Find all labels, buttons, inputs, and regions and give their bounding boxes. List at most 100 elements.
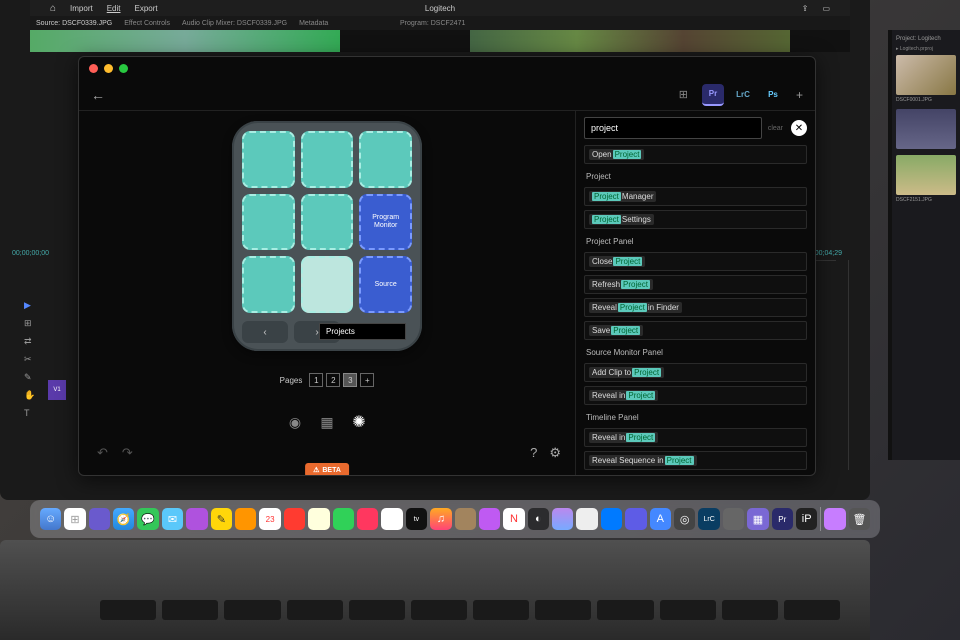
- track-select-icon[interactable]: ⊞: [24, 318, 36, 330]
- video-track-label[interactable]: V1: [48, 380, 66, 400]
- program-tab[interactable]: Program: DSCF2471: [400, 20, 465, 27]
- app-badge-premiere[interactable]: Pr: [702, 84, 724, 106]
- zoom-window-icon[interactable]: [119, 64, 128, 73]
- macos-dock[interactable]: ☺ ⊞ 🧭 💬 ✉ ✎ 23 tv ♫ N ◐ A ◎ LrC ▦ Pr iP …: [30, 500, 880, 538]
- dock-premiere-icon[interactable]: Pr: [772, 508, 793, 530]
- search-input[interactable]: [584, 117, 762, 139]
- key-6-program-monitor[interactable]: Program Monitor: [359, 194, 412, 251]
- minimize-window-icon[interactable]: [104, 64, 113, 73]
- dock-app-8[interactable]: [381, 508, 402, 530]
- key-9-source[interactable]: Source: [359, 256, 412, 313]
- dock-safari-icon[interactable]: 🧭: [113, 508, 134, 530]
- dock-app-15[interactable]: [723, 508, 744, 530]
- action-project-manager[interactable]: Project Manager: [584, 187, 807, 206]
- effects-tab[interactable]: Effect Controls: [124, 20, 170, 27]
- close-window-icon[interactable]: [89, 64, 98, 73]
- app-badge-photoshop[interactable]: Ps: [762, 84, 784, 106]
- dock-app-13[interactable]: [625, 508, 646, 530]
- key-4[interactable]: [242, 194, 295, 251]
- page-2[interactable]: 2: [326, 373, 340, 387]
- dock-app-4[interactable]: [284, 508, 305, 530]
- dock-app-18[interactable]: [824, 508, 845, 530]
- share-icon[interactable]: ⇪: [802, 4, 809, 13]
- mon2-thumb-1[interactable]: [896, 55, 956, 95]
- dock-app-14[interactable]: ◎: [674, 508, 695, 530]
- key-1[interactable]: [242, 131, 295, 188]
- hand-tool-icon[interactable]: ✋: [24, 390, 36, 402]
- action-project-settings[interactable]: Project Settings: [584, 210, 807, 229]
- dock-app-10[interactable]: [552, 508, 573, 530]
- dock-trash-icon[interactable]: 🗑: [849, 508, 870, 530]
- dock-app-12[interactable]: [601, 508, 622, 530]
- key-7[interactable]: [242, 256, 295, 313]
- action-close-project[interactable]: Close Project: [584, 252, 807, 271]
- type-tool-icon[interactable]: T: [24, 408, 36, 420]
- undo-icon[interactable]: ↶: [97, 445, 108, 461]
- dock-mail-icon[interactable]: ✉: [162, 508, 183, 530]
- clear-label[interactable]: clear: [768, 125, 783, 132]
- dock-music-icon[interactable]: ♫: [430, 508, 451, 530]
- source-tab[interactable]: Source: DSCF0339.JPG: [36, 20, 112, 27]
- dock-appstore-icon[interactable]: A: [650, 508, 671, 530]
- selection-tool-icon[interactable]: ▶: [24, 300, 36, 312]
- action-reveal-finder[interactable]: Reveal Project in Finder: [584, 298, 807, 317]
- action-refresh-project[interactable]: Refresh Project: [584, 275, 807, 294]
- dock-appletv-icon[interactable]: tv: [406, 508, 427, 530]
- dial-view-icon[interactable]: ◉: [286, 413, 304, 431]
- key-5[interactable]: [301, 194, 354, 251]
- dock-launchpad-icon[interactable]: ⊞: [64, 508, 85, 530]
- home-icon[interactable]: ⌂: [50, 3, 56, 14]
- window-titlebar[interactable]: [79, 57, 815, 79]
- dock-app-7[interactable]: [357, 508, 378, 530]
- app-badge-lightroom[interactable]: LrC: [732, 84, 754, 106]
- ripple-tool-icon[interactable]: ⇄: [24, 336, 36, 348]
- page-3[interactable]: 3: [343, 373, 357, 387]
- dock-notes-icon[interactable]: ✎: [211, 508, 232, 530]
- dock-news-icon[interactable]: N: [503, 508, 524, 530]
- key-2[interactable]: [301, 131, 354, 188]
- mon2-thumb-3[interactable]: [896, 155, 956, 195]
- menu-export[interactable]: Export: [135, 4, 158, 13]
- dock-app-6[interactable]: [333, 508, 354, 530]
- dock-finder-icon[interactable]: ☺: [40, 508, 61, 530]
- page-1[interactable]: 1: [309, 373, 323, 387]
- action-save-project[interactable]: Save Project: [584, 321, 807, 340]
- action-timeline-reveal[interactable]: Reveal in Project: [584, 428, 807, 447]
- dock-app-16[interactable]: ▦: [747, 508, 768, 530]
- dock-app-11[interactable]: [576, 508, 597, 530]
- dock-app-3[interactable]: [235, 508, 256, 530]
- action-add-clip[interactable]: Add Clip to Project: [584, 363, 807, 382]
- action-open-project[interactable]: Open Project: [584, 145, 807, 164]
- gear-icon[interactable]: ⚙: [549, 445, 561, 461]
- mon2-item[interactable]: ▸ Logitech.prproj: [896, 46, 956, 52]
- dock-davinci-icon[interactable]: ◐: [528, 508, 549, 530]
- add-app-button[interactable]: +: [796, 88, 803, 102]
- dock-app-1[interactable]: [89, 508, 110, 530]
- beta-badge[interactable]: ⚠BETA: [305, 463, 349, 475]
- dock-app-2[interactable]: [186, 508, 207, 530]
- redo-icon[interactable]: ↷: [122, 445, 133, 461]
- back-arrow-icon[interactable]: ←: [91, 87, 105, 103]
- dock-lightroom-icon[interactable]: LrC: [698, 508, 719, 530]
- help-icon[interactable]: ?: [530, 445, 537, 461]
- key-8[interactable]: [301, 256, 354, 313]
- razor-tool-icon[interactable]: ✂: [24, 354, 36, 366]
- action-reveal-sequence[interactable]: Reveal Sequence in Project: [584, 451, 807, 470]
- dock-app-17[interactable]: iP: [796, 508, 817, 530]
- mixer-tab[interactable]: Audio Clip Mixer: DSCF0339.JPG: [182, 20, 287, 27]
- grid-view-icon-2[interactable]: ▦: [318, 413, 336, 431]
- page-prev-button[interactable]: ‹: [242, 321, 288, 343]
- dock-calendar-icon[interactable]: 23: [259, 508, 280, 530]
- dock-podcasts-icon[interactable]: [479, 508, 500, 530]
- page-add[interactable]: +: [360, 373, 374, 387]
- key-3[interactable]: [359, 131, 412, 188]
- dock-app-9[interactable]: [455, 508, 476, 530]
- pen-tool-icon[interactable]: ✎: [24, 372, 36, 384]
- mon2-thumb-2[interactable]: [896, 109, 956, 149]
- action-reveal-in-project[interactable]: Reveal in Project: [584, 386, 807, 405]
- metadata-tab[interactable]: Metadata: [299, 20, 328, 27]
- menu-import[interactable]: Import: [70, 4, 93, 13]
- settings-wheel-icon[interactable]: ✺: [350, 413, 368, 431]
- grid-view-icon[interactable]: ⊞: [679, 88, 688, 101]
- dock-messages-icon[interactable]: 💬: [137, 508, 158, 530]
